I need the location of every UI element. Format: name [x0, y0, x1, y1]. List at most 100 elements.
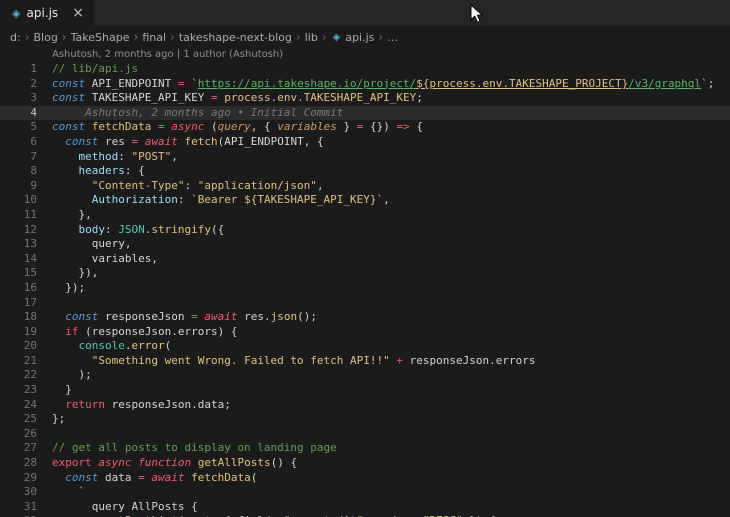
code-line[interactable]: 16 });: [0, 281, 730, 296]
close-icon[interactable]: ×: [70, 6, 86, 20]
code-token: query: [92, 237, 125, 250]
breadcrumb-item[interactable]: …: [387, 31, 398, 44]
code-line[interactable]: 5const fetchData = async (query, { varia…: [0, 120, 730, 135]
code-token: [52, 485, 79, 498]
code-token: {: [410, 120, 423, 133]
code-line[interactable]: 31 query AllPosts {: [0, 500, 730, 515]
code-token: ,: [171, 150, 178, 163]
code-text: `: [52, 485, 85, 500]
code-token: responseJson: [410, 354, 489, 367]
code-line[interactable]: 3const TAKESHAPE_API_KEY = process.env.T…: [0, 91, 730, 106]
line-number: 12: [0, 223, 37, 238]
chevron-right-icon: ›: [170, 30, 175, 44]
code-token: :: [105, 223, 118, 236]
code-token: const: [65, 310, 98, 323]
code-token: ,: [317, 179, 324, 192]
code-token: res: [244, 310, 264, 323]
code-token: [125, 135, 132, 148]
code-token: /v3/graphql: [628, 77, 701, 90]
code-line[interactable]: 21 "Something went Wrong. Failed to fetc…: [0, 354, 730, 369]
code-line[interactable]: 15 }),: [0, 266, 730, 281]
code-token: {}): [363, 120, 396, 133]
code-token: [52, 398, 65, 411]
code-token: json: [271, 310, 298, 323]
code-token: .: [489, 354, 496, 367]
tab-label: api.js: [26, 6, 58, 20]
code-line[interactable]: 4 Ashutosh, 2 months ago • Initial Commi…: [0, 106, 730, 121]
line-number: 17: [0, 296, 37, 311]
code-line[interactable]: 10 Authorization: `Bearer ${TAKESHAPE_AP…: [0, 193, 730, 208]
code-token: `: [79, 485, 86, 498]
code-token: errors: [496, 354, 536, 367]
breadcrumb-item[interactable]: final: [142, 31, 166, 44]
code-line[interactable]: 14 variables,: [0, 252, 730, 267]
code-token: .: [171, 325, 178, 338]
code-line[interactable]: 18 const responseJson = await res.json()…: [0, 310, 730, 325]
code-token: const: [52, 77, 85, 90]
tab-api-js[interactable]: ◈ api.js ×: [0, 0, 94, 26]
breadcrumb-item[interactable]: lib: [305, 31, 318, 44]
code-line[interactable]: 8 headers: {: [0, 164, 730, 179]
code-text: // lib/api.js: [52, 62, 138, 77]
code-token: , {: [304, 135, 324, 148]
code-line[interactable]: 23 }: [0, 383, 730, 398]
code-line[interactable]: 30 `: [0, 485, 730, 500]
code-text: }),: [52, 266, 98, 281]
code-text: });: [52, 281, 85, 296]
code-line[interactable]: 24 return responseJson.data;: [0, 398, 730, 413]
line-number: 4: [0, 106, 37, 121]
code-token: const: [52, 91, 85, 104]
code-line[interactable]: 1// lib/api.js: [0, 62, 730, 77]
line-number: 8: [0, 164, 37, 179]
tab-bar: ◈ api.js ×: [0, 0, 730, 26]
code-line[interactable]: 29 const data = await fetchData(: [0, 471, 730, 486]
editor[interactable]: Ashutosh, 2 months ago | 1 author (Ashut…: [0, 48, 730, 517]
code-token: ) {: [218, 325, 238, 338]
code-token: ;: [224, 398, 231, 411]
code-line[interactable]: 9 "Content-Type": "application/json",: [0, 179, 730, 194]
line-number: 22: [0, 368, 37, 383]
code-token: const: [65, 135, 98, 148]
codelens-annotation[interactable]: Ashutosh, 2 months ago | 1 author (Ashut…: [0, 48, 730, 62]
code-token: errors: [178, 325, 218, 338]
code-line[interactable]: 28export async function getAllPosts() {: [0, 456, 730, 471]
code-line[interactable]: 2const API_ENDPOINT = `https://api.takes…: [0, 77, 730, 92]
code-line[interactable]: 20 console.error(: [0, 339, 730, 354]
code-line[interactable]: 19 if (responseJson.errors) {: [0, 325, 730, 340]
line-number: 10: [0, 193, 37, 208]
code-token: await: [204, 310, 237, 323]
chevron-right-icon: ›: [296, 30, 301, 44]
code-token: await: [151, 471, 184, 484]
code-line[interactable]: 25};: [0, 412, 730, 427]
code-token: function: [138, 456, 191, 469]
code-line[interactable]: 27 // get all posts to display on landing…: [0, 441, 730, 456]
line-number: 27: [0, 441, 37, 456]
code-token: "Content-Type": [92, 179, 185, 192]
code-line[interactable]: 13 query,: [0, 237, 730, 252]
code-token: getAllPosts: [198, 456, 271, 469]
line-number: 30: [0, 485, 37, 500]
code-line[interactable]: 7 method: "POST",: [0, 150, 730, 165]
breadcrumb-item[interactable]: takeshape-next-blog: [179, 31, 292, 44]
breadcrumb-item[interactable]: TakeShape: [71, 31, 130, 44]
code-token: [52, 135, 65, 148]
code-token: [85, 120, 92, 133]
code-text: "Something went Wrong. Failed to fetch A…: [52, 354, 536, 369]
code-line[interactable]: 6 const res = await fetch(API_ENDPOINT, …: [0, 135, 730, 150]
code-line[interactable]: 11 },: [0, 208, 730, 223]
line-number: 5: [0, 120, 37, 135]
code-text: // get all posts to display on landing p…: [52, 441, 337, 456]
code-line[interactable]: 17: [0, 296, 730, 311]
code-line[interactable]: 26: [0, 427, 730, 442]
code-text: const res = await fetch(API_ENDPOINT, {: [52, 135, 324, 150]
code-token: ;: [416, 91, 423, 104]
code-line[interactable]: 22 );: [0, 368, 730, 383]
line-number: 21: [0, 354, 37, 369]
breadcrumb-item[interactable]: Blog: [34, 31, 58, 44]
line-number: 13: [0, 237, 37, 252]
code-token: ;: [708, 77, 715, 90]
code-line[interactable]: 12 body: JSON.stringify({: [0, 223, 730, 238]
breadcrumb-item[interactable]: d:: [10, 31, 21, 44]
breadcrumb-item[interactable]: api.js: [345, 31, 374, 44]
code-token: :: [184, 179, 197, 192]
